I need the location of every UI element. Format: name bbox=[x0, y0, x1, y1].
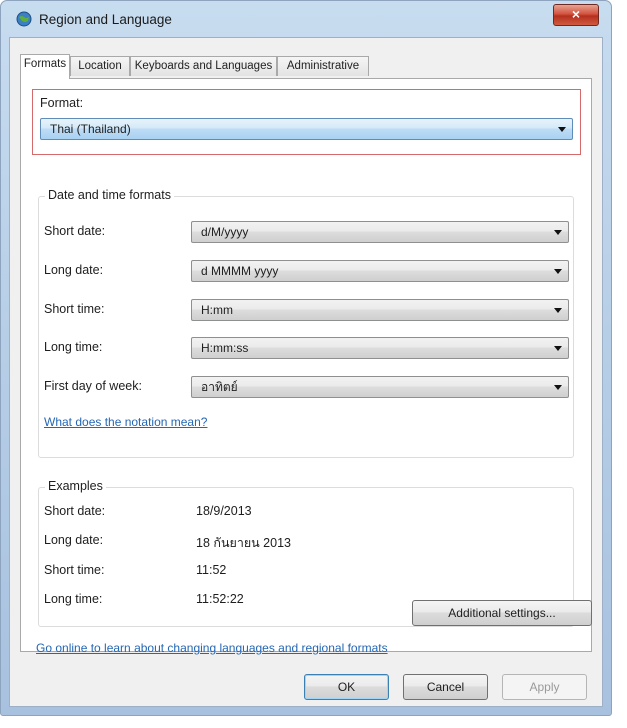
title-bar[interactable]: Region and Language × bbox=[1, 1, 611, 37]
chevron-down-icon bbox=[554, 385, 562, 390]
formats-panel: Format: Thai (Thailand) Date and time fo… bbox=[20, 78, 592, 652]
example-short-date-label: Short date: bbox=[44, 504, 106, 518]
tab-keyboards-and-languages[interactable]: Keyboards and Languages bbox=[130, 56, 277, 76]
date-time-formats-title: Date and time formats bbox=[45, 188, 174, 202]
short-date-value: d/M/yyyy bbox=[201, 225, 249, 239]
long-time-label: Long time: bbox=[44, 340, 103, 354]
cancel-button[interactable]: Cancel bbox=[403, 674, 488, 700]
dialog-client: Formats Location Keyboards and Languages… bbox=[9, 37, 603, 707]
close-icon: × bbox=[571, 6, 581, 22]
example-short-date-value: 18/9/2013 bbox=[196, 504, 252, 518]
long-time-select[interactable]: H:mm:ss bbox=[191, 337, 569, 359]
short-time-label: Short time: bbox=[44, 302, 105, 316]
example-short-time-value: 11:52 bbox=[196, 563, 227, 577]
example-long-time-value: 11:52:22 bbox=[196, 592, 244, 606]
format-label: Format: bbox=[40, 96, 84, 110]
chevron-down-icon bbox=[554, 230, 562, 235]
examples-title: Examples bbox=[45, 479, 106, 493]
date-time-formats-group: Date and time formats Short date: d/M/yy… bbox=[38, 188, 574, 458]
region-language-dialog: Region and Language × Formats Location K… bbox=[0, 0, 612, 716]
chevron-down-icon bbox=[554, 308, 562, 313]
globe-icon bbox=[15, 11, 33, 27]
ok-button[interactable]: OK bbox=[304, 674, 389, 700]
first-day-of-week-select[interactable]: อาทิตย์ bbox=[191, 376, 569, 398]
format-section: Format: Thai (Thailand) bbox=[32, 89, 581, 155]
short-date-select[interactable]: d/M/yyyy bbox=[191, 221, 569, 243]
long-date-value: d MMMM yyyy bbox=[201, 264, 279, 278]
first-day-of-week-label: First day of week: bbox=[44, 379, 142, 393]
close-button[interactable]: × bbox=[553, 4, 599, 26]
window-title: Region and Language bbox=[39, 12, 172, 27]
additional-settings-button[interactable]: Additional settings... bbox=[412, 600, 592, 626]
long-date-select[interactable]: d MMMM yyyy bbox=[191, 260, 569, 282]
chevron-down-icon bbox=[554, 269, 562, 274]
tab-formats[interactable]: Formats bbox=[20, 54, 70, 79]
short-time-select[interactable]: H:mm bbox=[191, 299, 569, 321]
format-select[interactable]: Thai (Thailand) bbox=[40, 118, 573, 140]
tab-administrative[interactable]: Administrative bbox=[277, 56, 369, 76]
example-short-time-label: Short time: bbox=[44, 563, 105, 577]
tab-location[interactable]: Location bbox=[70, 56, 130, 76]
chevron-down-icon bbox=[558, 127, 566, 132]
example-long-time-label: Long time: bbox=[44, 592, 103, 606]
chevron-down-icon bbox=[554, 346, 562, 351]
example-long-date-value: 18 กันยายน 2013 bbox=[196, 536, 291, 550]
long-date-label: Long date: bbox=[44, 263, 104, 277]
apply-button[interactable]: Apply bbox=[502, 674, 587, 700]
notation-help-link[interactable]: What does the notation mean? bbox=[44, 415, 207, 429]
learn-online-link[interactable]: Go online to learn about changing langua… bbox=[36, 641, 388, 655]
short-time-value: H:mm bbox=[201, 303, 233, 317]
short-date-label: Short date: bbox=[44, 224, 106, 238]
format-select-value: Thai (Thailand) bbox=[50, 122, 131, 136]
first-day-of-week-value: อาทิตย์ bbox=[201, 380, 238, 394]
example-long-date-label: Long date: bbox=[44, 533, 104, 547]
long-time-value: H:mm:ss bbox=[201, 341, 249, 355]
